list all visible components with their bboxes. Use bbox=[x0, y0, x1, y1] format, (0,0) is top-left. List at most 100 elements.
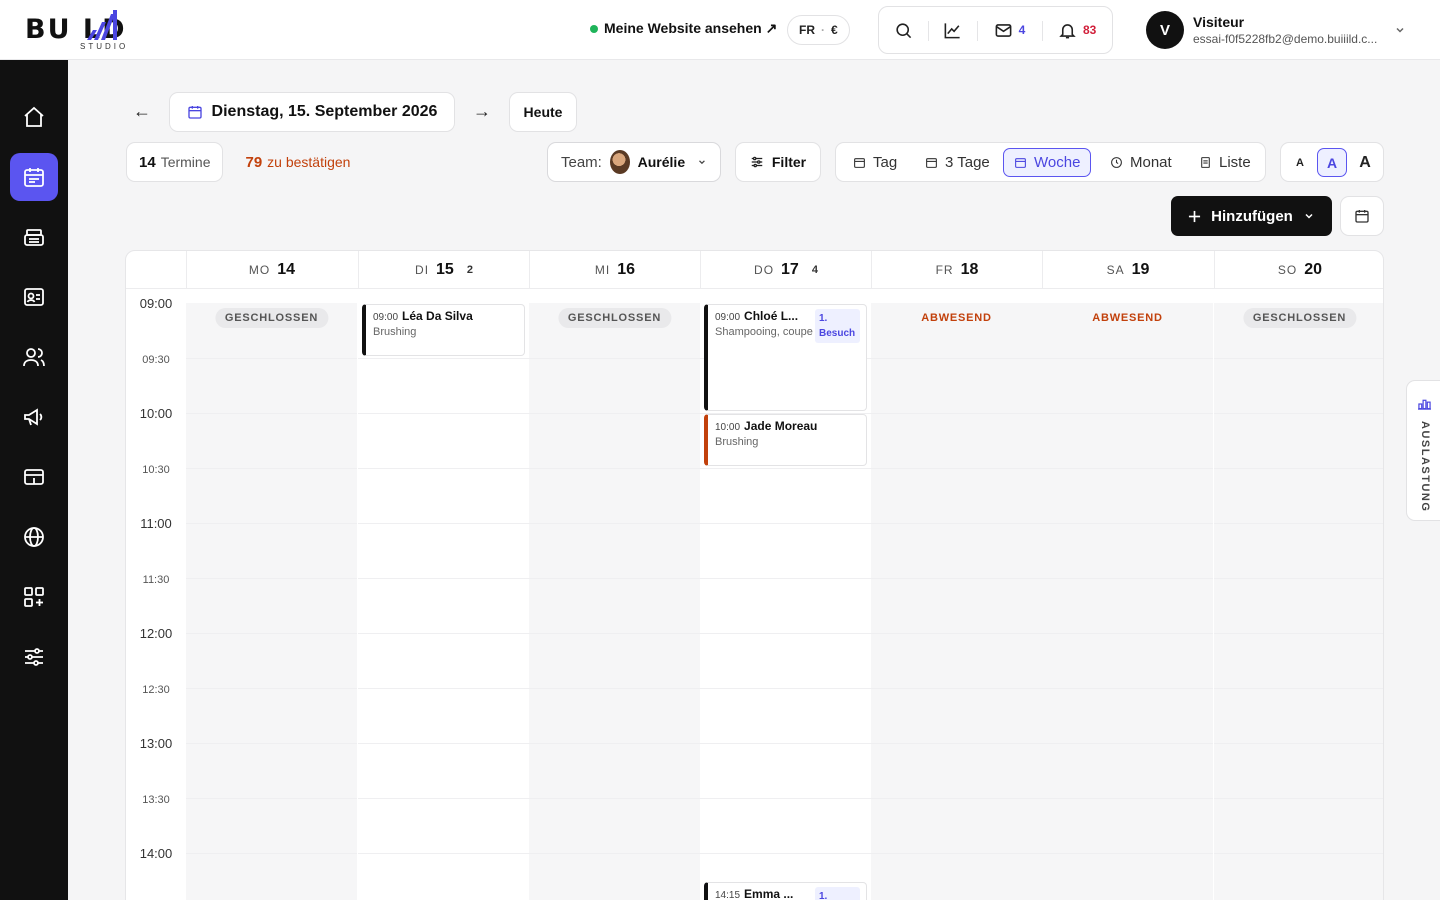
day-column[interactable] bbox=[358, 303, 529, 900]
user-menu[interactable]: V Visiteur essai-f0f5228fb2@demo.buiiild… bbox=[1146, 11, 1377, 49]
grid-line bbox=[1214, 853, 1383, 854]
size-large-button[interactable]: A bbox=[1353, 148, 1377, 177]
sidebar bbox=[0, 60, 68, 900]
grid-line bbox=[186, 853, 357, 854]
day-number: 17 bbox=[781, 261, 799, 278]
time-label: 13:30 bbox=[142, 794, 170, 806]
day-number: 14 bbox=[277, 261, 296, 278]
grid-line bbox=[1042, 523, 1213, 524]
team-selector[interactable]: Team: Aurélie bbox=[547, 142, 721, 182]
appointment-card[interactable]: 09:00 Chloé L... Shampooing, coupe & brus.… bbox=[704, 304, 867, 411]
pending-count: 79 bbox=[245, 153, 263, 171]
utilization-panel-tab[interactable]: AUSLASTUNG bbox=[1406, 380, 1440, 521]
appointment-card[interactable]: 14:15 Emma ... 1. bbox=[704, 881, 867, 900]
logo[interactable]: BU LD STUDIO bbox=[25, 8, 185, 52]
grid-line bbox=[1042, 413, 1213, 414]
tab-month[interactable]: Monat bbox=[1099, 148, 1183, 177]
size-medium-button[interactable]: A bbox=[1317, 148, 1347, 177]
list-icon bbox=[1201, 157, 1210, 168]
grid-line bbox=[186, 413, 357, 414]
today-button[interactable]: Heute bbox=[509, 92, 577, 132]
add-label: Hinzufügen bbox=[1211, 207, 1293, 225]
filter-button[interactable]: Filter bbox=[735, 142, 821, 182]
sidebar-item-apps[interactable] bbox=[10, 573, 58, 621]
sidebar-item-contacts[interactable] bbox=[10, 273, 58, 321]
appointment-service: Brushing bbox=[715, 436, 759, 448]
current-date-label: Dienstag, 15. September 2026 bbox=[211, 103, 438, 120]
avatar: V bbox=[1146, 11, 1184, 49]
day-header[interactable]: DO 17 4 bbox=[700, 251, 871, 289]
grid-line bbox=[358, 468, 529, 469]
day-column[interactable]: GESCHLOSSEN bbox=[1214, 303, 1383, 900]
tab-3-days[interactable]: 3 Tage bbox=[914, 148, 1001, 177]
date-picker-button[interactable]: Dienstag, 15. September 2026 bbox=[169, 92, 455, 132]
appointments-count: 14 bbox=[139, 153, 156, 171]
bar-chart-icon bbox=[1418, 399, 1431, 410]
pending-label: zu bestätigen bbox=[267, 154, 351, 170]
chevron-down-icon[interactable] bbox=[1394, 24, 1406, 36]
time-label: 12:00 bbox=[139, 626, 173, 641]
size-small-button[interactable]: A bbox=[1289, 148, 1311, 177]
appointment-service: Brushing bbox=[373, 326, 417, 338]
sidebar-item-payments[interactable] bbox=[10, 453, 58, 501]
logo-bars-icon bbox=[87, 10, 117, 40]
sidebar-item-calendar[interactable] bbox=[10, 153, 58, 201]
calendar-icon bbox=[854, 158, 865, 168]
tab-week[interactable]: Woche bbox=[1003, 148, 1092, 177]
chevron-down-icon bbox=[699, 160, 705, 165]
utilization-label: AUSLASTUNG bbox=[1419, 421, 1431, 513]
appointments-count-badge[interactable]: 14 Termine bbox=[126, 142, 224, 182]
day-number: 20 bbox=[1304, 261, 1323, 278]
sidebar-item-users[interactable] bbox=[10, 333, 58, 381]
notifications-button[interactable]: 83 bbox=[1042, 7, 1112, 53]
calendar-icon bbox=[187, 106, 202, 119]
closed-badge: GESCHLOSSEN bbox=[214, 308, 329, 328]
day-name: MI bbox=[594, 263, 611, 277]
day-number: 18 bbox=[960, 261, 979, 278]
notification-count: 83 bbox=[1082, 23, 1097, 37]
sidebar-item-website[interactable] bbox=[10, 513, 58, 561]
add-button[interactable]: Hinzufügen bbox=[1171, 196, 1332, 236]
tab-list[interactable]: Liste bbox=[1188, 148, 1262, 177]
search-button[interactable] bbox=[879, 7, 928, 53]
grid-line bbox=[871, 523, 1042, 524]
language-currency-selector[interactable]: FR · € bbox=[787, 15, 850, 45]
day-name: SO bbox=[1277, 263, 1298, 277]
contact-card-icon bbox=[24, 288, 44, 306]
statistics-button[interactable] bbox=[927, 7, 977, 53]
sidebar-item-register[interactable] bbox=[10, 213, 58, 261]
day-column[interactable]: ABWESEND bbox=[871, 303, 1042, 900]
grid-line bbox=[186, 633, 357, 634]
day-header[interactable]: MI 16 bbox=[529, 251, 700, 289]
header-icon-group: 4 83 bbox=[878, 6, 1113, 54]
calendar-jump-button[interactable] bbox=[1340, 196, 1384, 236]
appointment-card[interactable]: 10:00 Jade Moreau Brushing bbox=[704, 414, 867, 466]
sidebar-item-marketing[interactable] bbox=[10, 393, 58, 441]
day-number: 15 bbox=[436, 261, 454, 278]
appointment-client: Léa Da Silva bbox=[402, 309, 473, 323]
tab-day[interactable]: Tag bbox=[842, 148, 908, 177]
absent-badge: ABWESEND bbox=[921, 312, 992, 324]
day-column[interactable]: ABWESEND bbox=[1042, 303, 1213, 900]
appointment-card[interactable]: 09:00 Léa Da Silva Brushing bbox=[362, 304, 525, 356]
day-column[interactable]: GESCHLOSSEN bbox=[186, 303, 357, 900]
day-header[interactable]: MO 14 bbox=[186, 251, 357, 289]
next-date-button[interactable]: → bbox=[473, 101, 491, 122]
day-number: 16 bbox=[617, 261, 636, 278]
absent-badge: ABWESEND bbox=[1092, 312, 1163, 324]
day-header[interactable]: SO 20 bbox=[1214, 251, 1383, 289]
day-column[interactable]: GESCHLOSSEN bbox=[529, 303, 700, 900]
view-website-link[interactable]: Meine Website ansehen ↗ bbox=[590, 20, 777, 37]
grid-line bbox=[529, 468, 700, 469]
previous-date-button[interactable]: ← bbox=[133, 101, 151, 122]
day-header[interactable]: SA 19 bbox=[1042, 251, 1213, 289]
messages-button[interactable]: 4 bbox=[976, 7, 1043, 53]
appointments-label: Termine bbox=[160, 154, 211, 170]
day-header[interactable]: DI 15 2 bbox=[358, 251, 529, 289]
sidebar-item-home[interactable] bbox=[10, 93, 58, 141]
day-number: 19 bbox=[1131, 261, 1150, 278]
pending-confirmations-link[interactable]: 79 zu bestätigen bbox=[245, 154, 350, 171]
sidebar-item-settings[interactable] bbox=[10, 633, 58, 681]
day-header[interactable]: FR 18 bbox=[871, 251, 1042, 289]
globe-icon bbox=[24, 527, 44, 547]
